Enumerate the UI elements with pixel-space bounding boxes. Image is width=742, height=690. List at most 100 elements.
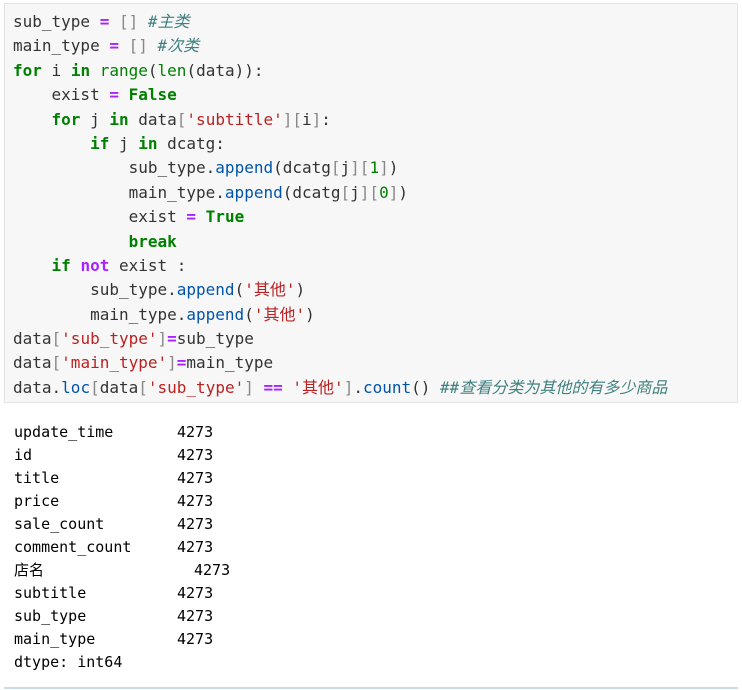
code-token-var <box>13 256 52 275</box>
code-token-var <box>138 12 148 31</box>
code-token-var: i <box>41 60 71 80</box>
code-token-str: 'sub_type' <box>61 329 158 349</box>
code-token-var: j <box>109 133 139 153</box>
code-token-kw: in <box>138 133 158 153</box>
output-count-value: 4273 <box>177 492 214 510</box>
code-line: exist = True <box>13 205 667 229</box>
code-token-builtin: range <box>99 60 148 80</box>
code-token-var: ( <box>147 60 158 80</box>
code-token-var: sub_type. <box>13 280 177 300</box>
output-column-name: update_time <box>14 423 114 441</box>
code-token-br: [] <box>118 12 139 31</box>
code-line: if not exist : <box>13 254 667 278</box>
code-token-var: data <box>13 353 52 373</box>
code-token-var: i <box>302 109 312 129</box>
output-column-name: price <box>14 492 60 510</box>
code-token-cm: #次类 <box>157 36 200 56</box>
code-token-var: main_type. <box>13 182 225 202</box>
code-token-kw: in <box>70 60 91 80</box>
code-token-var: main_type. <box>13 304 187 324</box>
code-token-br: [ <box>51 329 62 349</box>
code-token-attr: append <box>224 182 283 202</box>
code-token-kw: break <box>128 231 177 251</box>
code-token-var <box>13 134 90 153</box>
code-token-var <box>119 36 129 55</box>
code-token-br: ] <box>379 158 389 178</box>
code-token-attr: append <box>176 280 235 300</box>
code-token-var <box>283 378 293 397</box>
code-line: break <box>13 230 667 254</box>
code-token-var: (dcatg <box>282 182 341 202</box>
code-token-op: = <box>167 329 177 349</box>
code-line: data['main_type']=main_type <box>13 351 667 375</box>
code-token-br: [] <box>128 36 148 56</box>
code-token-var: main_type <box>13 36 110 56</box>
output-row: update_time 4273 <box>14 421 230 444</box>
code-token-str: '其他' <box>253 304 306 324</box>
output-column-name: 店名 <box>14 561 45 579</box>
code-token-var <box>109 12 119 31</box>
code-token-var: : <box>321 109 331 129</box>
code-token-kw: if <box>90 133 110 153</box>
code-token-br: ][ <box>359 182 380 202</box>
code-token-var: j <box>340 158 351 178</box>
code-token-br: ] <box>311 109 322 129</box>
code-token-var: ( <box>234 280 245 300</box>
code-token-var: j <box>80 109 110 129</box>
output-count-value: 4273 <box>177 607 214 625</box>
code-line: main_type.append('其他') <box>13 303 667 327</box>
output-row: title 4273 <box>14 467 230 490</box>
code-token-var: main_type <box>186 353 274 373</box>
code-token-str: '其他' <box>244 280 296 300</box>
output-row: comment_count 4273 <box>14 536 230 559</box>
code-editor[interactable]: sub_type = [] #主类 main_type = [] #次类 for i… <box>13 10 667 400</box>
code-token-var: (dcatg <box>273 158 331 178</box>
code-input-cell[interactable]: sub_type = [] #主类 main_type = [] #次类 for i… <box>4 3 738 403</box>
code-token-var: (data)): <box>186 60 264 80</box>
code-line: data['sub_type']=sub_type <box>13 327 667 351</box>
code-token-var: dcatg: <box>157 133 225 153</box>
code-token-var <box>71 256 81 275</box>
code-token-var: j <box>350 182 360 202</box>
code-line: if j in dcatg: <box>13 132 667 156</box>
output-column-name: main_type <box>14 630 96 648</box>
code-token-var: data. <box>13 377 62 397</box>
code-token-var: ( <box>244 304 254 324</box>
code-token-var <box>119 85 129 104</box>
output-column-name: subtitle <box>14 584 87 602</box>
output-column-name: comment_count <box>14 538 132 556</box>
code-token-cm: #主类 <box>147 12 190 31</box>
code-token-var: () <box>411 377 441 397</box>
code-token-var: ) <box>295 280 306 300</box>
code-line: sub_type.append('其他') <box>13 278 667 302</box>
code-token-var: exist : <box>109 255 187 275</box>
code-token-br: ][ <box>350 158 370 178</box>
code-token-br: [ <box>330 158 341 178</box>
code-token-var: data <box>13 329 52 349</box>
code-token-var <box>13 110 52 129</box>
code-token-var <box>90 61 100 80</box>
code-token-var: . <box>353 377 363 397</box>
code-token-op: == <box>263 377 283 397</box>
code-token-kw: for <box>13 60 42 80</box>
output-count-value: 4273 <box>194 561 231 579</box>
code-token-br: ] <box>244 377 254 397</box>
code-token-num: 1 <box>369 158 380 178</box>
code-token-var: sub_type <box>176 329 254 349</box>
code-token-var <box>196 207 206 226</box>
code-token-var: data <box>128 109 177 129</box>
next-cell-border <box>4 687 738 689</box>
code-token-var <box>13 232 129 251</box>
code-line: exist = False <box>13 83 667 107</box>
output-area: update_time 4273 id 4273 title 4273 price 4273 s… <box>14 421 230 674</box>
output-row: price 4273 <box>14 490 230 513</box>
output-column-name: title <box>14 469 60 487</box>
code-token-kw: in <box>109 109 129 129</box>
code-token-str: '其他' <box>292 377 344 397</box>
output-column-name: sale_count <box>14 515 105 533</box>
code-token-attr: loc <box>61 377 91 397</box>
code-line: for i in range(len(data)): <box>13 59 667 83</box>
code-token-var: sub_type <box>13 12 100 31</box>
output-row: sale_count 4273 <box>14 513 230 536</box>
output-row: main_type 4273 <box>14 628 230 651</box>
